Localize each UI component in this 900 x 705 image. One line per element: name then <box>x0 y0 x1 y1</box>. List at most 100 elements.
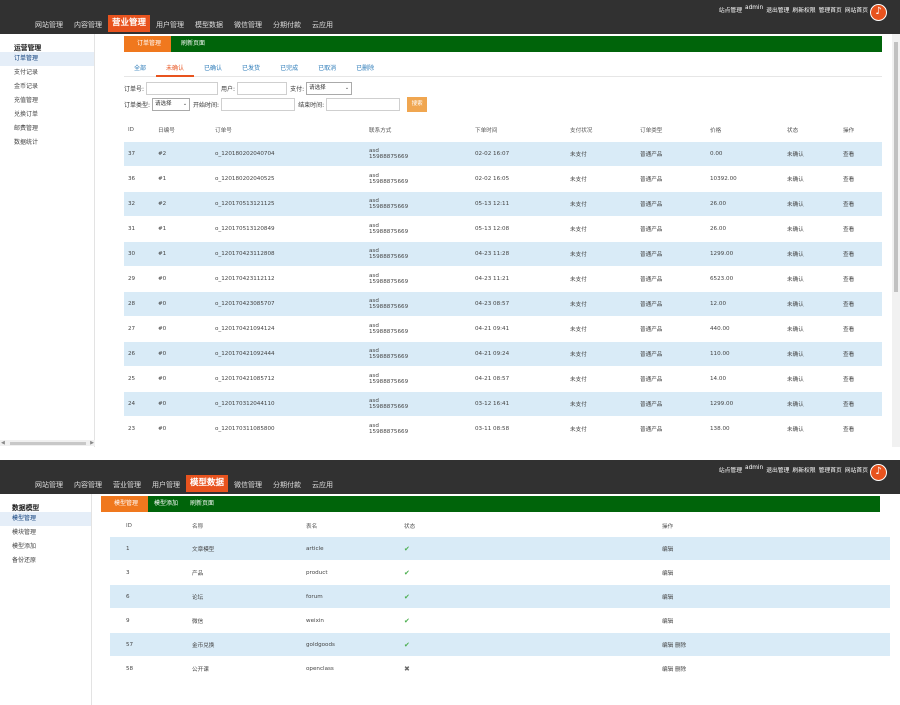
status-tab[interactable]: 已完成 <box>270 60 308 77</box>
status-tab[interactable]: 已取消 <box>308 60 346 77</box>
cell-num: #0 <box>158 276 167 282</box>
nav-item[interactable]: 微信管理 <box>229 478 267 492</box>
order-type-select[interactable]: 请选择 ⌄ <box>152 98 191 111</box>
admin-home-link[interactable]: 管理首页 <box>819 465 842 474</box>
view-link[interactable]: 查看 <box>843 192 854 216</box>
main-nav: 网站管理 内容管理 营业管理 用户管理 模型数据 微信管理 分期付款 云应用 <box>30 15 339 32</box>
start-time-input[interactable] <box>221 98 296 111</box>
nav-item[interactable]: 云应用 <box>307 18 338 32</box>
sidebar-item[interactable]: 订单管理 <box>0 52 94 66</box>
cell-pay: 未支付 <box>570 427 587 433</box>
sidebar-item[interactable]: 支付记录 <box>0 66 94 80</box>
pay-select[interactable]: 请选择 ⌄ <box>306 82 353 95</box>
tab-refresh-page[interactable]: 刷新页面 <box>184 496 220 512</box>
nav-item[interactable]: 网站管理 <box>30 18 68 32</box>
status-tab[interactable]: 未确认 <box>156 60 195 77</box>
table-row: 29 #0 o_120170423112112 asd 15988875669 04-23… <box>124 267 882 291</box>
nav-item[interactable]: 网站管理 <box>30 478 68 492</box>
sidebar-item[interactable]: 模型添加 <box>0 540 91 554</box>
site-manage-link[interactable]: 站点管理 <box>719 5 742 14</box>
scroll-thumb[interactable] <box>10 441 86 445</box>
status-tab[interactable]: 已删除 <box>346 60 384 77</box>
music-icon[interactable]: ♪ <box>870 4 887 21</box>
nav-item[interactable]: 模型数据 <box>190 18 228 32</box>
logout-link[interactable]: 退出管理 <box>766 5 789 14</box>
status-tab[interactable]: 全部 <box>124 60 156 77</box>
main-content: 模型管理 模型添加 刷新页面 ID 名称 表名 状态 操作 1 文章模型 article ✔ 编辑… <box>99 494 900 705</box>
nav-item[interactable]: 营业管理 <box>108 478 146 492</box>
nav-item[interactable]: 营业管理 <box>108 15 151 32</box>
logout-link[interactable]: 退出管理 <box>766 465 789 474</box>
row-actions[interactable]: 编辑 删除 <box>662 657 686 680</box>
view-link[interactable]: 查看 <box>843 267 854 291</box>
view-link[interactable]: 查看 <box>843 317 854 341</box>
music-icon[interactable]: ♪ <box>870 464 887 481</box>
view-link[interactable]: 查看 <box>843 142 854 166</box>
sidebar-item[interactable]: 模型管理 <box>0 512 91 526</box>
nav-item[interactable]: 云应用 <box>307 478 338 492</box>
view-link[interactable]: 查看 <box>843 292 854 316</box>
view-link[interactable]: 查看 <box>843 167 854 191</box>
cell-type: 普通产品 <box>640 352 663 358</box>
tab-refresh-page[interactable]: 刷新页面 <box>171 36 215 52</box>
nav-item[interactable]: 微信管理 <box>229 18 267 32</box>
view-link[interactable]: 查看 <box>843 367 854 391</box>
sidebar-item[interactable]: 金币记录 <box>0 80 94 94</box>
row-actions[interactable]: 编辑 <box>662 537 673 560</box>
scroll-left-icon[interactable]: ◀ <box>1 440 5 446</box>
sidebar-item[interactable]: 充值管理 <box>0 94 94 108</box>
cell-time: 04-21 09:41 <box>475 326 510 332</box>
site-home-link[interactable]: 网站首页 <box>845 465 868 474</box>
nav-item[interactable]: 模型数据 <box>186 475 229 492</box>
cell-num: #1 <box>158 226 167 232</box>
scroll-thumb[interactable] <box>894 42 898 292</box>
refresh-permission-link[interactable]: 刷新权限 <box>792 465 815 474</box>
sidebar-item[interactable]: 兑换订单 <box>0 108 94 122</box>
sidebar-item[interactable]: 备份还原 <box>0 554 91 568</box>
status-tab[interactable]: 已确认 <box>194 60 232 77</box>
horizontal-scrollbar[interactable]: ◀ ▶ <box>0 440 95 446</box>
tab-model-manage[interactable]: 模型管理 <box>101 496 149 512</box>
vertical-scrollbar[interactable] <box>892 34 900 447</box>
refresh-permission-link[interactable]: 刷新权限 <box>792 5 815 14</box>
view-link[interactable]: 查看 <box>843 242 854 266</box>
cell-id: 23 <box>128 426 136 432</box>
sidebar-item[interactable]: 数据统计 <box>0 136 94 150</box>
site-manage-link[interactable]: 站点管理 <box>719 465 742 474</box>
status-tab[interactable]: 已发货 <box>232 60 270 77</box>
nav-item[interactable]: 分期付款 <box>268 18 306 32</box>
nav-item[interactable]: 内容管理 <box>69 478 107 492</box>
nav-item[interactable]: 用户管理 <box>147 478 185 492</box>
admin-home-link[interactable]: 管理首页 <box>819 5 842 14</box>
row-actions[interactable]: 编辑 删除 <box>662 633 686 656</box>
order-no-input[interactable] <box>146 82 219 95</box>
user-input[interactable] <box>237 82 288 95</box>
search-button[interactable]: 搜索 <box>407 97 428 112</box>
tab-order-manage[interactable]: 订单管理 <box>124 36 172 52</box>
cell-order: o_120170423085707 <box>215 301 275 307</box>
nav-item[interactable]: 内容管理 <box>69 18 107 32</box>
sidebar-item[interactable]: 邮费管理 <box>0 122 94 136</box>
view-link[interactable]: 查看 <box>843 342 854 366</box>
view-link[interactable]: 查看 <box>843 217 854 241</box>
cell-name: 金币兑换 <box>192 642 215 649</box>
tab-model-add[interactable]: 模型添加 <box>148 496 184 512</box>
view-link[interactable]: 查看 <box>843 417 854 441</box>
filter-form: 订单号: 用户: 支付: 请选择 ⌄ 订单类型: 请选择 ⌄ 开始时间: 结束时间:… <box>124 80 882 114</box>
nav-item[interactable]: 分期付款 <box>268 478 306 492</box>
row-actions[interactable]: 编辑 <box>662 585 673 608</box>
row-actions[interactable]: 编辑 <box>662 609 673 632</box>
cell-id: 58 <box>126 665 134 672</box>
view-link[interactable]: 查看 <box>843 392 854 416</box>
sidebar-item[interactable]: 模块管理 <box>0 526 91 540</box>
row-actions[interactable]: 编辑 <box>662 561 673 584</box>
scroll-right-icon[interactable]: ▶ <box>90 440 94 446</box>
table-header: ID 日编号 订单号 联系方式 下单时间 支付状况 订单类型 价格 状态 操作 <box>124 120 882 140</box>
cell-type: 普通产品 <box>640 327 663 333</box>
site-home-link[interactable]: 网站首页 <box>845 5 868 14</box>
cell-price: 138.00 <box>710 426 730 432</box>
end-time-input[interactable] <box>326 98 401 111</box>
table-row: 30 #1 o_120170423112808 asd 15988875669 04-23… <box>124 242 882 266</box>
cell-id: 32 <box>128 201 136 207</box>
nav-item[interactable]: 用户管理 <box>151 18 189 32</box>
